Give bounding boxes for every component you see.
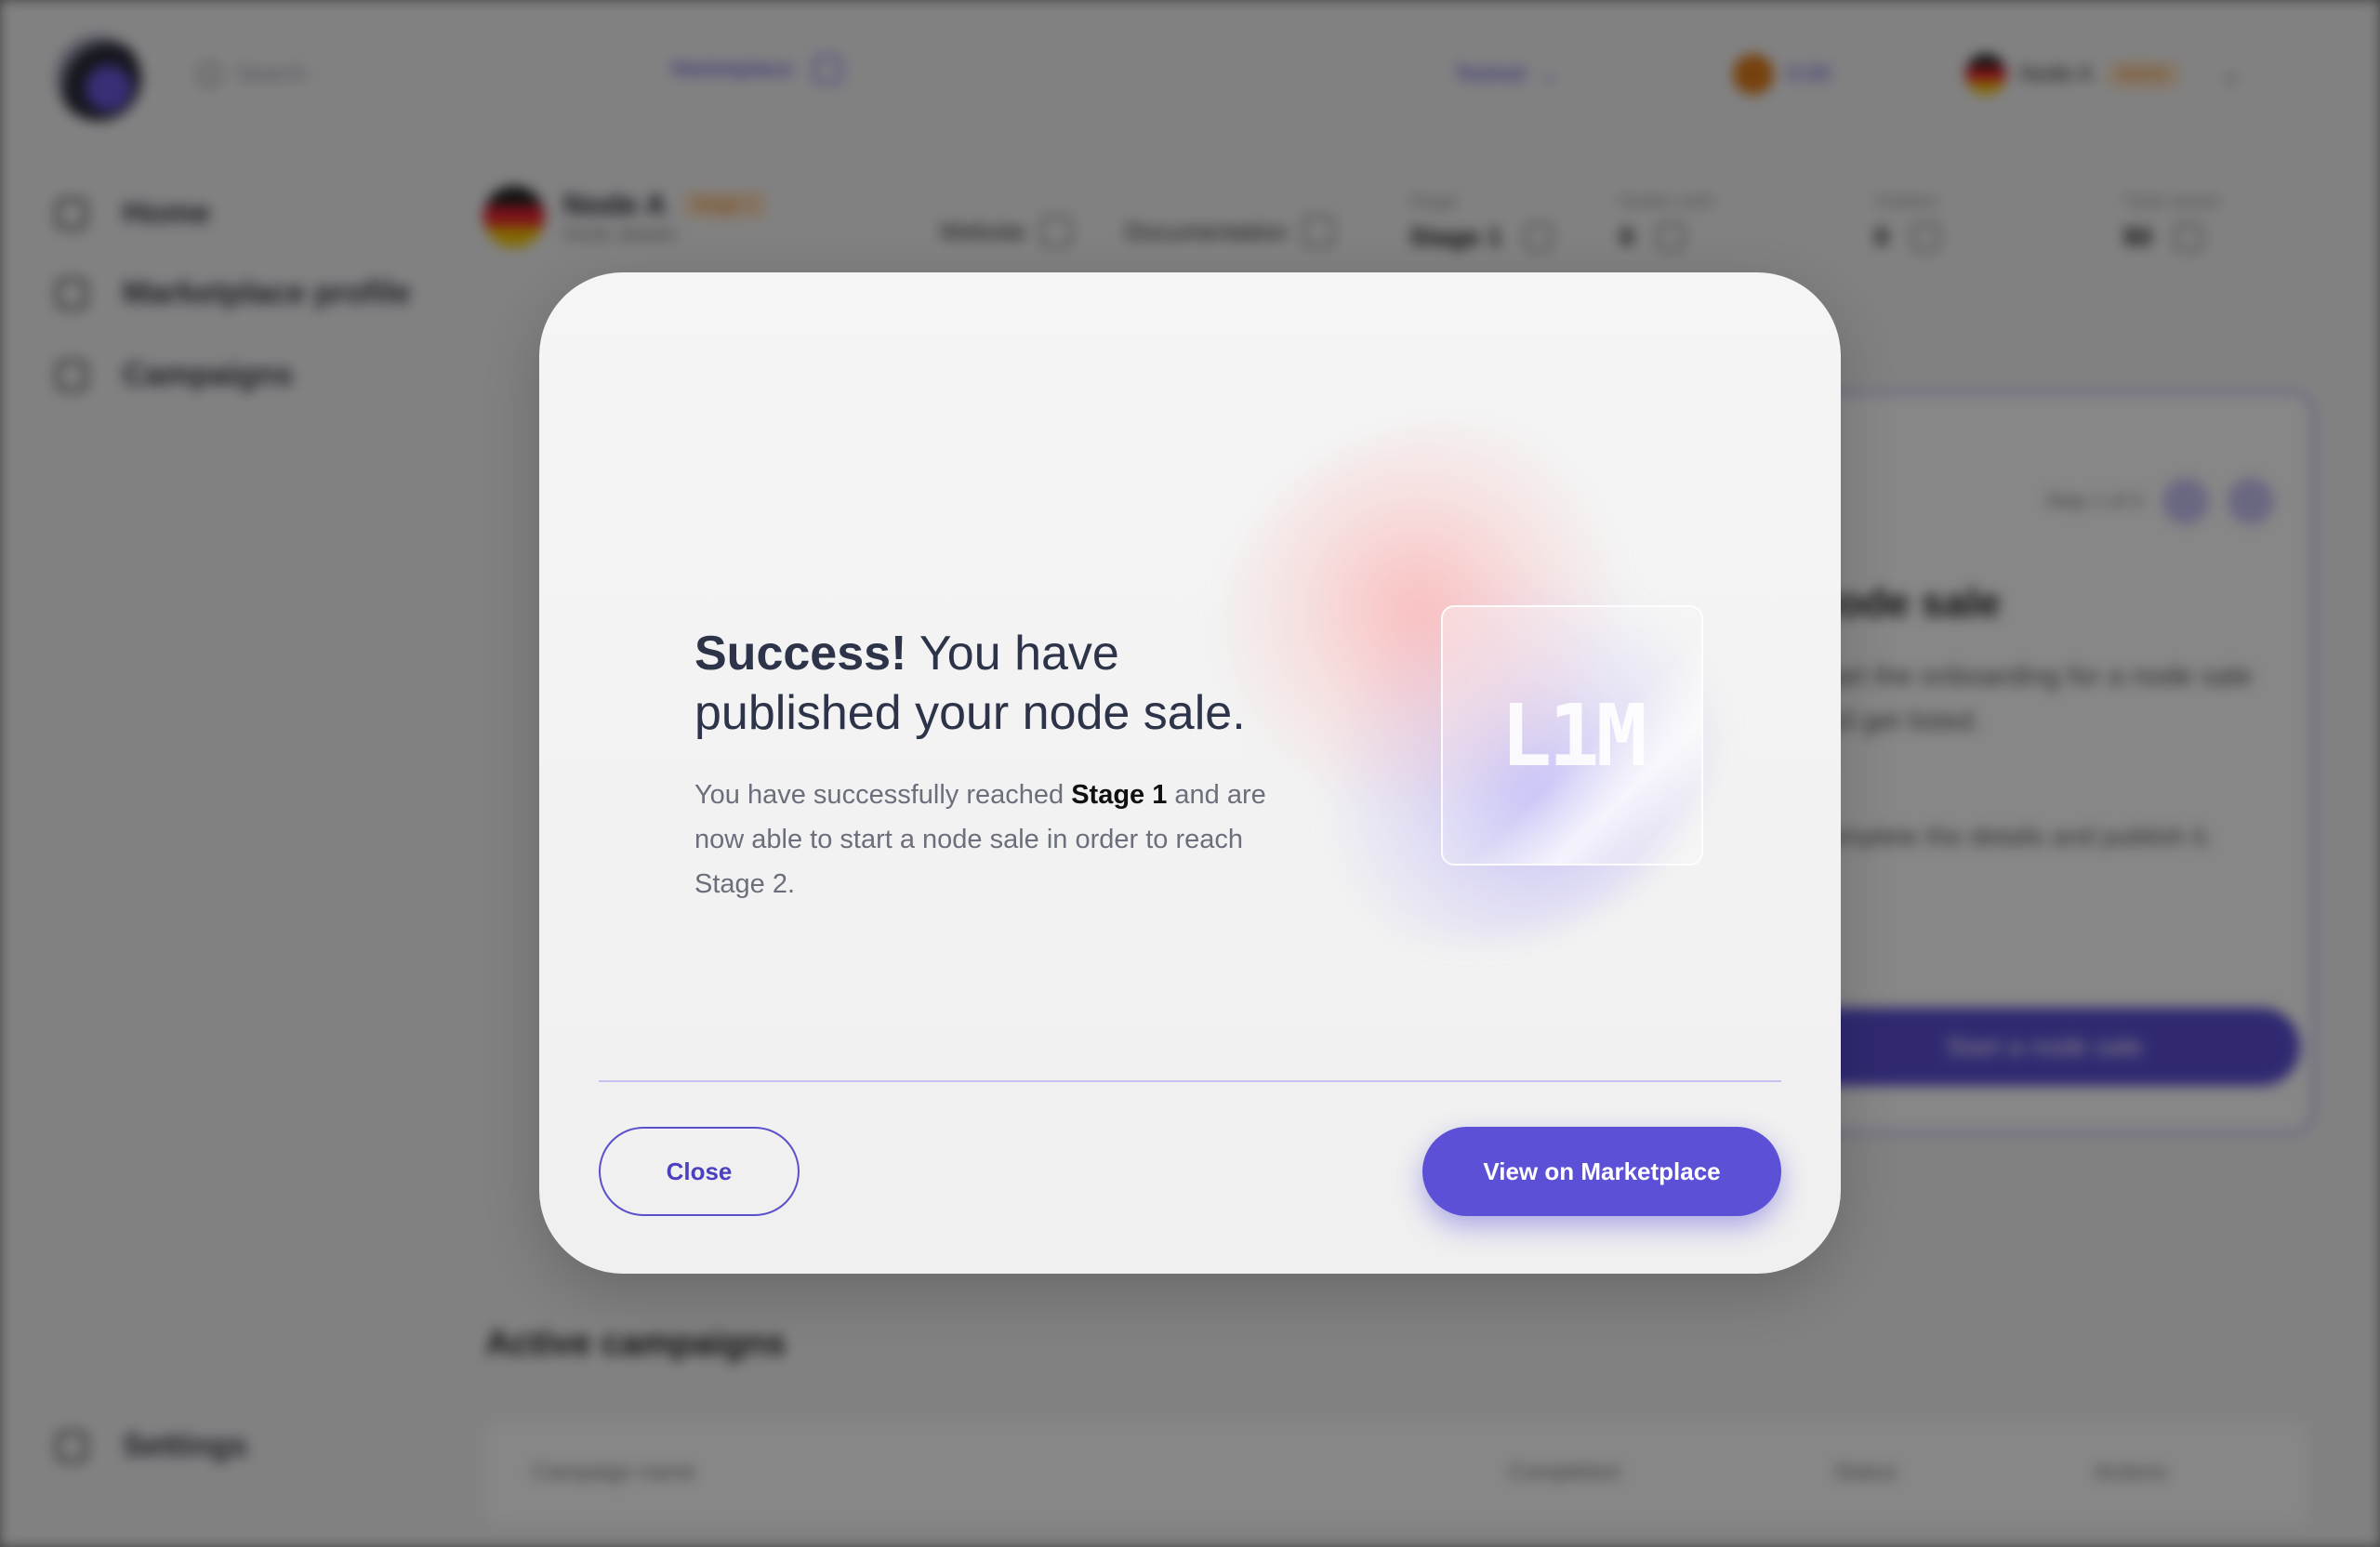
modal-body-stage: Stage 1 <box>1071 780 1168 810</box>
modal-body-before: You have successfully reached <box>694 780 1072 810</box>
token-logo: L1M <box>1441 605 1703 866</box>
close-button[interactable]: Close <box>599 1127 800 1216</box>
view-on-marketplace-button[interactable]: View on Marketplace <box>1422 1127 1781 1216</box>
modal-title-bold: Success! <box>694 627 907 681</box>
modal-divider <box>599 1080 1781 1082</box>
token-logo-text: L1M <box>1500 685 1647 786</box>
modal-title: Success! You have published your node sa… <box>694 624 1308 743</box>
success-modal: L1M Success! You have published your nod… <box>539 272 1841 1274</box>
modal-body: You have successfully reached Stage 1 an… <box>694 773 1308 906</box>
